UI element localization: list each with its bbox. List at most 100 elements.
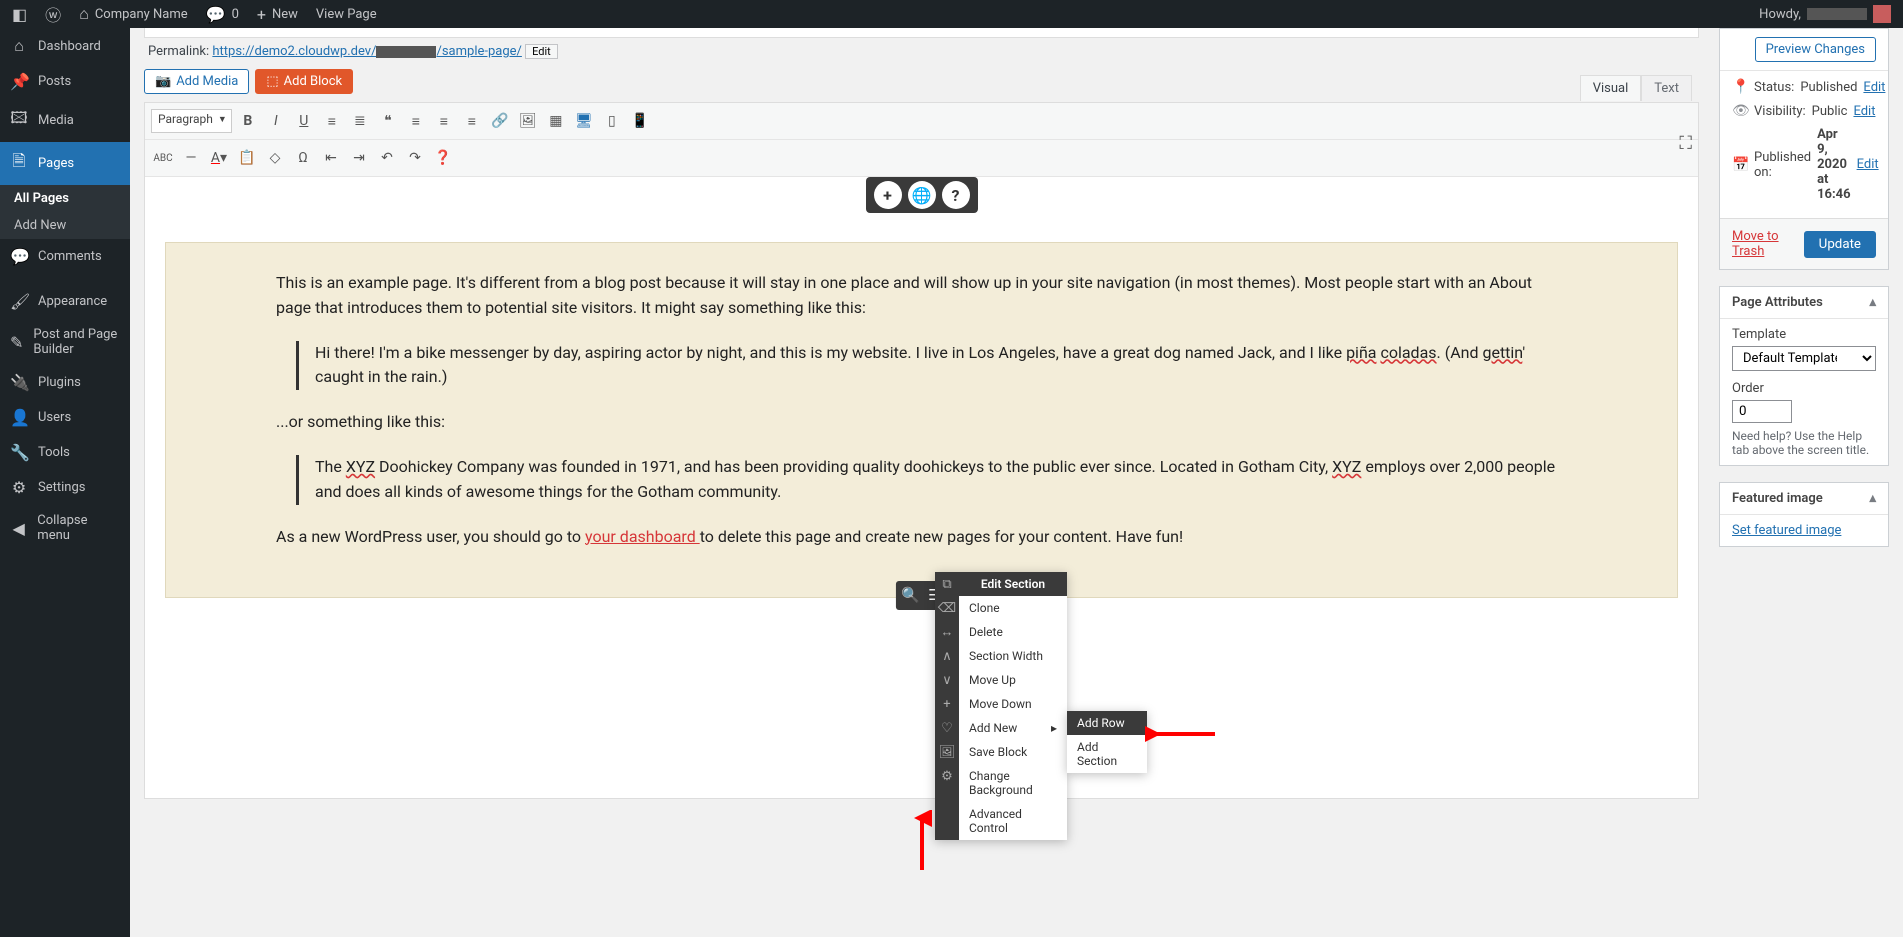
collapse-menu[interactable]: ◀Collapse menu	[0, 505, 130, 551]
permalink-link[interactable]: https://demo2.cloudwp.dev//sample-page/	[212, 44, 522, 59]
featured-image-metabox: Featured image▴ Set featured image	[1719, 482, 1889, 547]
order-input[interactable]	[1732, 400, 1792, 423]
comment-icon: 💬	[10, 247, 28, 266]
mobile-icon[interactable]: 📱	[628, 109, 652, 133]
ctx-add-row[interactable]: Add Row	[1067, 711, 1147, 735]
menu-media[interactable]: 🖾Media	[0, 99, 130, 142]
ctx-section-width[interactable]: Section Width	[959, 644, 1067, 668]
help-button[interactable]: ❓	[431, 146, 455, 170]
align-center-button[interactable]: ≡	[432, 109, 456, 133]
page-icon: 🗎	[10, 150, 28, 177]
add-media-button[interactable]: 📷Add Media	[144, 69, 249, 94]
menu-users[interactable]: 👤Users	[0, 400, 130, 435]
ctx-add-new[interactable]: Add New▸	[959, 716, 1067, 740]
update-button[interactable]: Update	[1804, 231, 1876, 258]
ctx-delete[interactable]: Delete	[959, 620, 1067, 644]
align-left-button[interactable]: ≡	[404, 109, 428, 133]
ctx-change-bg[interactable]: Change Background	[959, 764, 1067, 802]
float-add-icon[interactable]: +	[874, 181, 902, 209]
editor-canvas[interactable]: + 🌐 ? This is an example page. It's diff…	[145, 177, 1698, 798]
italic-button[interactable]: I	[264, 109, 288, 133]
toggle-featured-icon[interactable]: ▴	[1869, 491, 1876, 506]
abc-button[interactable]: ABC	[151, 146, 175, 170]
format-select[interactable]: Paragraph	[151, 109, 232, 133]
wrench-icon: 🔧	[10, 443, 28, 462]
hr-button[interactable]: —	[179, 146, 203, 170]
submenu-all-pages[interactable]: All Pages	[0, 185, 130, 212]
indent-button[interactable]: ⇥	[347, 146, 371, 170]
dashboard-link[interactable]: your dashboard	[585, 527, 700, 546]
move-to-trash-link[interactable]: Move to Trash	[1732, 229, 1804, 259]
link-button[interactable]: 🔗	[488, 109, 512, 133]
menu-pages[interactable]: 🗎Pages	[0, 142, 130, 185]
desktop-icon[interactable]: 🖥	[572, 109, 596, 133]
wp-logo-icon[interactable]: ⓦ	[45, 2, 61, 26]
view-page-link[interactable]: View Page	[316, 7, 377, 22]
template-select[interactable]: Default Template	[1732, 346, 1876, 371]
float-globe-icon[interactable]: 🌐	[908, 181, 936, 209]
image-button[interactable]: 🖼	[516, 109, 540, 133]
quote-button[interactable]: ❝	[376, 109, 400, 133]
ctx-move-up[interactable]: Move Up	[959, 668, 1067, 692]
menu-plugins[interactable]: 🔌Plugins	[0, 365, 130, 400]
bold-button[interactable]: B	[236, 109, 260, 133]
menu-tools[interactable]: 🔧Tools	[0, 435, 130, 470]
brush-icon: 🖌	[10, 292, 28, 311]
fullscreen-button[interactable]: ⛶	[1679, 133, 1692, 154]
ctx-advanced[interactable]: Advanced Control	[959, 802, 1067, 840]
page-title-input[interactable]	[144, 28, 1699, 38]
menu-comments[interactable]: 💬Comments	[0, 239, 130, 274]
howdy-user[interactable]: Howdy,	[1759, 5, 1891, 23]
ul-button[interactable]: ≡	[320, 109, 344, 133]
new-content-link[interactable]: +New	[257, 5, 298, 24]
floating-tools: + 🌐 ?	[866, 177, 978, 213]
menu-posts[interactable]: 📌Posts	[0, 64, 130, 99]
toggle-attrs-icon[interactable]: ▴	[1869, 295, 1876, 310]
annotation-arrow-right	[1145, 724, 1215, 744]
edit-date-link[interactable]: Edit	[1857, 157, 1879, 172]
content-p3: As a new WordPress user, you should go t…	[276, 525, 1567, 550]
page-content-section[interactable]: This is an example page. It's different …	[165, 242, 1678, 598]
grid-button[interactable]: ▦	[544, 109, 568, 133]
eraser-button[interactable]: ◇	[263, 146, 287, 170]
preview-changes-button[interactable]: Preview Changes	[1755, 37, 1876, 62]
tab-text[interactable]: Text	[1641, 75, 1692, 101]
tab-visual[interactable]: Visual	[1580, 75, 1642, 101]
attrs-hint: Need help? Use the Help tab above the sc…	[1732, 429, 1876, 457]
ctx-clone[interactable]: Clone	[959, 596, 1067, 620]
ctx-header: Edit Section	[959, 572, 1067, 596]
ctx-save-block[interactable]: Save Block	[959, 740, 1067, 764]
align-right-button[interactable]: ≡	[460, 109, 484, 133]
textcolor-button[interactable]: A▾	[207, 146, 231, 170]
specialchar-button[interactable]: Ω	[291, 146, 315, 170]
ctx-move-down[interactable]: Move Down	[959, 692, 1067, 716]
float-help-icon[interactable]: ?	[942, 181, 970, 209]
set-featured-image-link[interactable]: Set featured image	[1732, 523, 1841, 538]
submenu-add-new[interactable]: Add New	[0, 212, 130, 239]
calendar-icon: 📅	[1732, 157, 1748, 173]
pin-icon: 📌	[10, 72, 28, 91]
about-wp-icon[interactable]: ◧	[12, 5, 27, 24]
ctx-icon-down: ∨	[935, 668, 959, 692]
pages-submenu: All Pages Add New	[0, 185, 130, 239]
ctx-add-section[interactable]: Add Section	[1067, 735, 1147, 773]
tablet-icon[interactable]: ▯	[600, 109, 624, 133]
zoom-icon[interactable]: 🔍	[901, 584, 920, 607]
menu-dashboard[interactable]: ⌂Dashboard	[0, 28, 130, 64]
site-name-link[interactable]: ⌂Company Name	[79, 4, 188, 24]
undo-button[interactable]: ↶	[375, 146, 399, 170]
menu-builder[interactable]: ✎Post and Page Builder	[0, 319, 130, 365]
menu-appearance[interactable]: 🖌Appearance	[0, 284, 130, 319]
paste-button[interactable]: 📋	[235, 146, 259, 170]
add-block-button[interactable]: ⬚Add Block	[255, 69, 353, 94]
edit-status-link[interactable]: Edit	[1863, 80, 1885, 95]
comments-link[interactable]: 💬0	[206, 5, 239, 24]
edit-slug-button[interactable]: Edit	[525, 44, 558, 59]
admin-sidebar: ⌂Dashboard 📌Posts 🖾Media 🗎Pages All Page…	[0, 28, 130, 937]
outdent-button[interactable]: ⇤	[319, 146, 343, 170]
underline-button[interactable]: U	[292, 109, 316, 133]
redo-button[interactable]: ↷	[403, 146, 427, 170]
edit-visibility-link[interactable]: Edit	[1853, 104, 1875, 119]
ol-button[interactable]: ≣	[348, 109, 372, 133]
menu-settings[interactable]: ⚙Settings	[0, 470, 130, 505]
